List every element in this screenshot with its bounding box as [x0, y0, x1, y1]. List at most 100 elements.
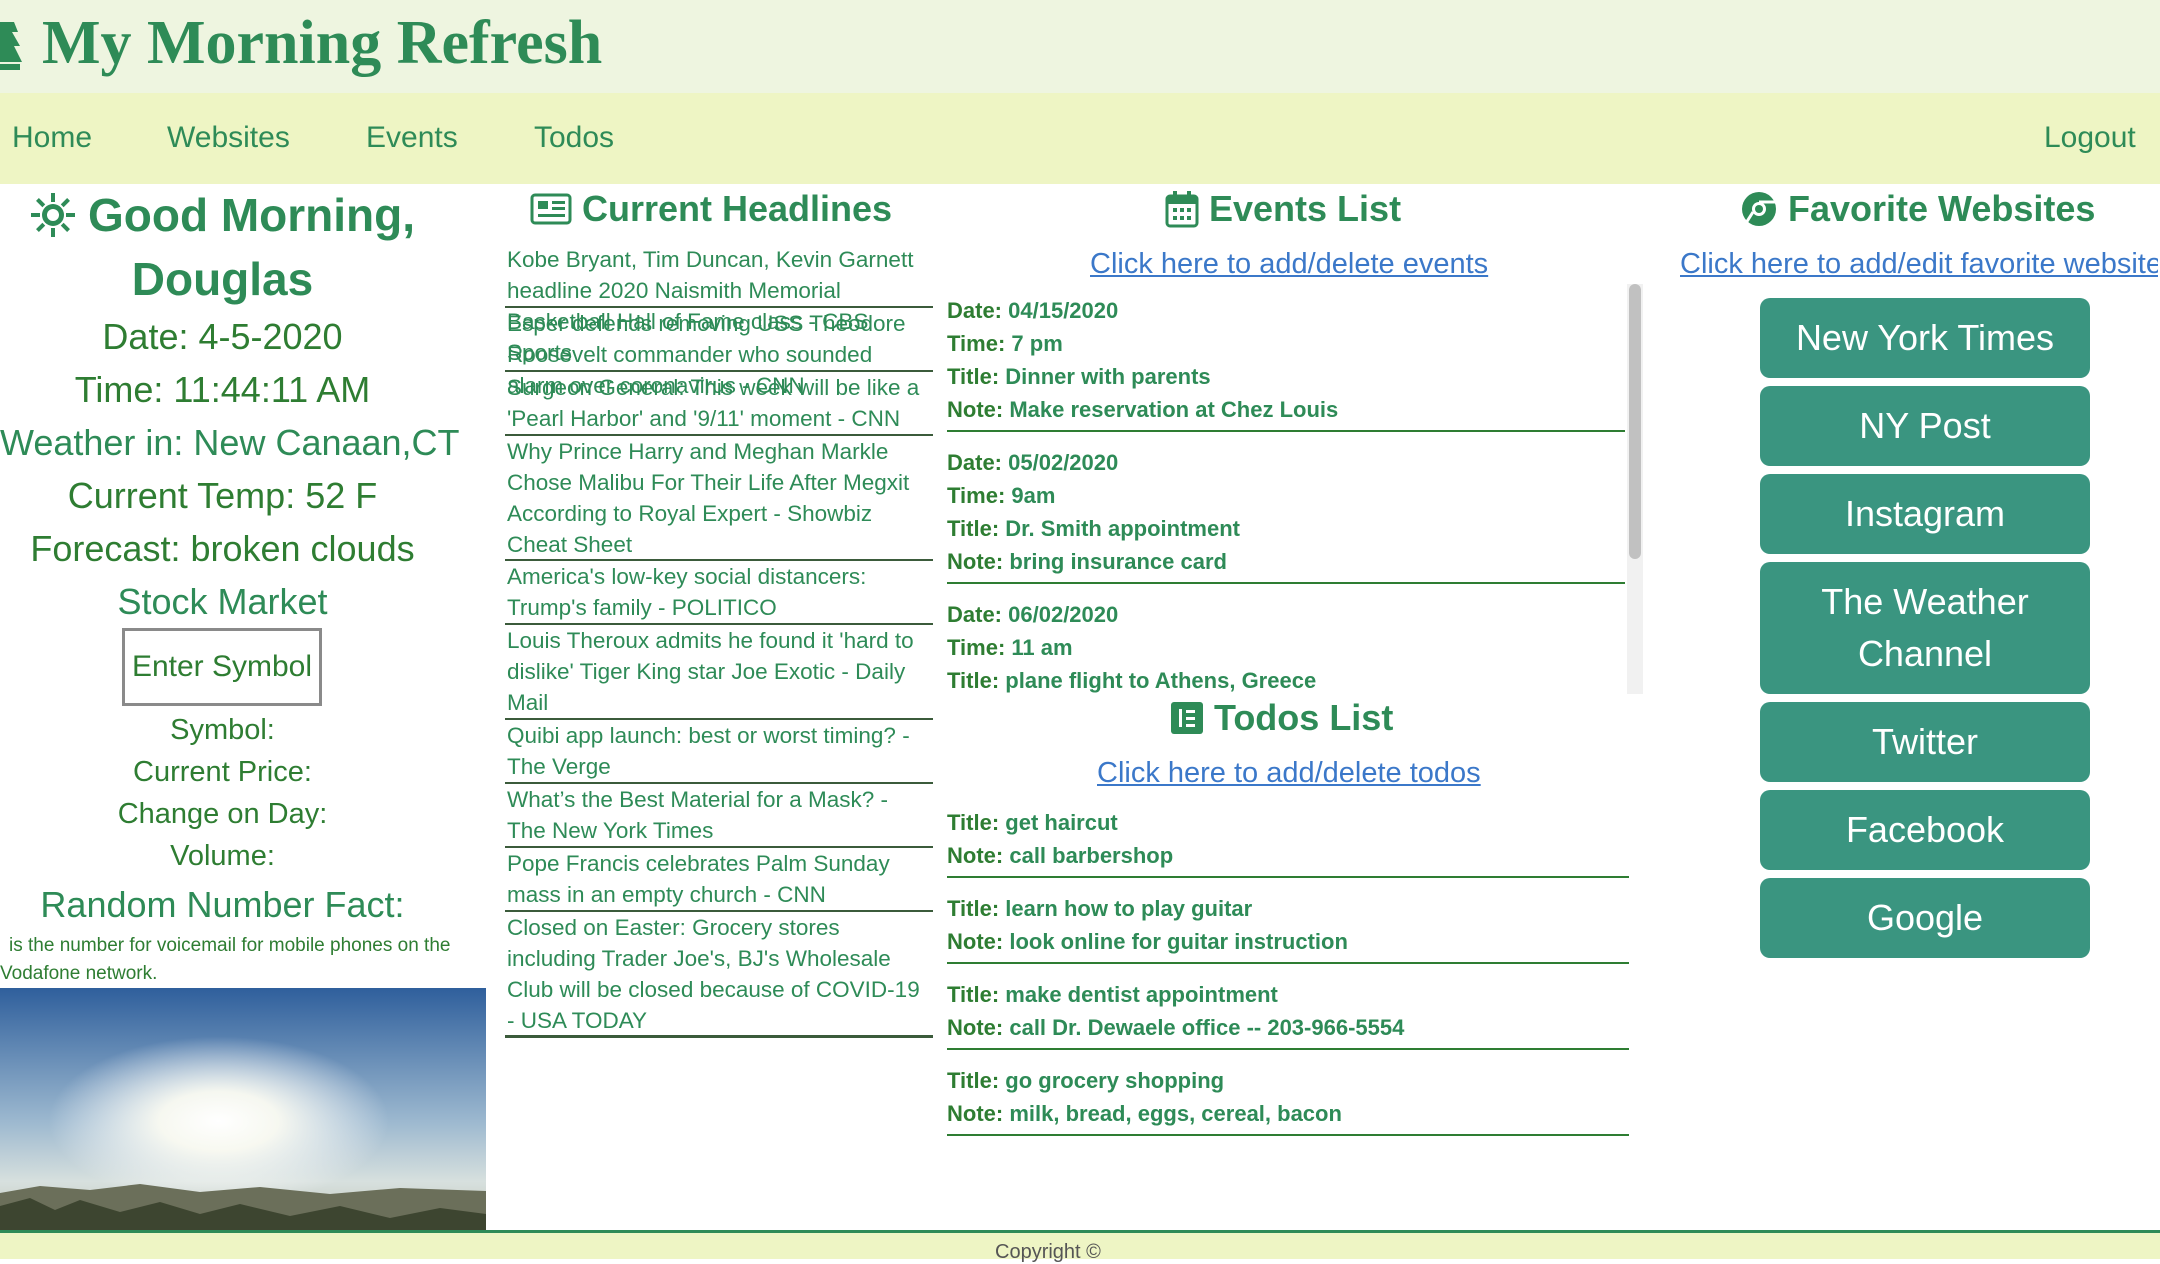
event-note: Make reservation at Chez Louis — [1009, 397, 1339, 422]
todo-title-label: Title: — [947, 896, 1000, 921]
event-note: bring insurance card — [1009, 549, 1227, 574]
headlines-title: Current Headlines — [582, 188, 893, 229]
nav-websites[interactable]: Websites — [167, 121, 290, 155]
todo-item: Title: get haircut Note: call barbershop — [947, 806, 1629, 878]
newspaper-icon — [530, 193, 572, 225]
fact-title: Random Number Fact: — [40, 884, 405, 925]
stock-title: Stock Market — [117, 581, 328, 622]
event-title: Dinner with parents — [1005, 364, 1211, 389]
calendar-icon — [1165, 191, 1199, 228]
weather-location: Weather in: New Canaan,CT — [0, 422, 460, 463]
sunrise-photo — [0, 988, 486, 1230]
todo-note-label: Note: — [947, 843, 1004, 868]
event-date: 05/02/2020 — [1008, 450, 1119, 475]
headline-item[interactable]: Closed on Easter: Grocery stores includi… — [505, 912, 933, 1038]
event-date: 04/15/2020 — [1008, 298, 1119, 323]
stock-symbol: Symbol: — [170, 714, 275, 746]
globe-icon — [1742, 192, 1776, 226]
event-date-label: Date: — [947, 298, 1003, 323]
event-item: Date: 04/15/2020 Time: 7 pm Title: Dinne… — [947, 294, 1625, 432]
todo-title-label: Title: — [947, 982, 1000, 1007]
event-item: Date: 06/02/2020 Time: 11 am Title: plan… — [947, 598, 1625, 694]
event-title: Dr. Smith appointment — [1005, 516, 1240, 541]
favorites-title: Favorite Websites — [1788, 188, 2096, 229]
favorite-facebook[interactable]: Facebook — [1760, 790, 2090, 870]
stock-change: Change on Day: — [117, 798, 328, 830]
date-text: Date: 4-5-2020 — [102, 316, 343, 357]
todo-title-label: Title: — [947, 810, 1000, 835]
event-date-label: Date: — [947, 602, 1003, 627]
event-time-label: Time: — [947, 331, 1006, 356]
nav-events[interactable]: Events — [366, 121, 458, 155]
favorite-weather-channel[interactable]: The Weather Channel — [1760, 562, 2090, 694]
headlines-heading: Current Headlines — [530, 188, 892, 230]
house-icon — [0, 22, 22, 70]
list-icon — [1171, 702, 1203, 734]
event-title-label: Title: — [947, 364, 1000, 389]
todo-note: look online for guitar instruction — [1009, 929, 1348, 954]
todo-note: call barbershop — [1009, 843, 1174, 868]
headline-item[interactable]: Why Prince Harry and Meghan Markle Chose… — [505, 436, 933, 561]
time-text: Time: 11:44:11 AM — [74, 369, 371, 410]
todo-item: Title: make dentist appointment Note: ca… — [947, 978, 1629, 1050]
headline-item[interactable]: Esper defends removing USS Theodore Roos… — [505, 308, 933, 398]
favorite-ny-post[interactable]: NY Post — [1760, 386, 2090, 466]
event-note-label: Note: — [947, 397, 1004, 422]
sun-icon — [30, 193, 75, 237]
stock-price: Current Price: — [133, 756, 312, 788]
headline-item[interactable]: Quibi app launch: best or worst timing? … — [505, 720, 933, 784]
event-title-label: Title: — [947, 668, 1000, 693]
todo-note: call Dr. Dewaele office -- 203-966-5554 — [1009, 1015, 1405, 1040]
todo-title: make dentist appointment — [1005, 982, 1278, 1007]
events-list[interactable]: Date: 04/15/2020 Time: 7 pm Title: Dinne… — [947, 294, 1625, 694]
event-title: plane flight to Athens, Greece — [1005, 668, 1317, 693]
user-name: Douglas — [131, 253, 314, 305]
headline-item[interactable]: Louis Theroux admits he found it 'hard t… — [505, 625, 933, 720]
site-title: My Morning Refresh — [42, 9, 603, 77]
favorites-list: New York Times NY Post Instagram The Wea… — [1760, 298, 2090, 966]
site-header: My Morning Refresh — [0, 0, 2160, 93]
enter-symbol-button[interactable]: Enter Symbol — [122, 628, 322, 706]
todo-note-label: Note: — [947, 1015, 1004, 1040]
greeting-heading: Good Morning, — [0, 188, 445, 242]
event-time: 9am — [1011, 483, 1056, 508]
add-edit-favorites-link[interactable]: Click here to add/edit favorite websites — [1680, 248, 2158, 281]
add-delete-events-link[interactable]: Click here to add/delete events — [1090, 248, 1488, 281]
todo-item: Title: learn how to play guitar Note: lo… — [947, 892, 1629, 964]
todo-title: go grocery shopping — [1005, 1068, 1225, 1093]
copyright-text: Copyright © — [995, 1241, 1101, 1263]
favorite-twitter[interactable]: Twitter — [1760, 702, 2090, 782]
current-temp: Current Temp: 52 F — [67, 475, 378, 516]
todos-title: Todos List — [1214, 697, 1394, 738]
todo-note: milk, bread, eggs, cereal, bacon — [1009, 1101, 1342, 1126]
nav-home[interactable]: Home — [12, 121, 92, 155]
favorites-heading: Favorite Websites — [1740, 188, 2095, 230]
fact-text: is the number for voicemail for mobile p… — [0, 935, 451, 984]
event-time: 11 am — [1011, 635, 1073, 660]
favorite-new-york-times[interactable]: New York Times — [1760, 298, 2090, 378]
event-time-label: Time: — [947, 635, 1006, 660]
headline-item[interactable]: Kobe Bryant, Tim Duncan, Kevin Garnett h… — [505, 244, 933, 365]
todo-title: get haircut — [1005, 810, 1118, 835]
event-title-label: Title: — [947, 516, 1000, 541]
nav-logout[interactable]: Logout — [2044, 121, 2136, 155]
nav-bar: Home Websites Events Todos Logout — [0, 93, 2160, 184]
headline-item[interactable]: America's low-key social distancers: Tru… — [505, 561, 933, 625]
event-date: 06/02/2020 — [1008, 602, 1119, 627]
event-item: Date: 05/02/2020 Time: 9am Title: Dr. Sm… — [947, 446, 1625, 584]
todo-title-label: Title: — [947, 1068, 1000, 1093]
forecast: Forecast: broken clouds — [30, 528, 415, 569]
add-delete-todos-link[interactable]: Click here to add/delete todos — [1097, 757, 1481, 790]
headline-item[interactable]: Pope Francis celebrates Palm Sunday mass… — [505, 848, 933, 912]
favorite-google[interactable]: Google — [1760, 878, 2090, 958]
headline-item[interactable]: What’s the Best Material for a Mask? - T… — [505, 784, 933, 848]
footer: Copyright © — [0, 1230, 2160, 1263]
favorite-instagram[interactable]: Instagram — [1760, 474, 2090, 554]
greeting-text: Good Morning, — [87, 189, 416, 241]
event-time-label: Time: — [947, 483, 1006, 508]
nav-todos[interactable]: Todos — [534, 121, 614, 155]
headline-item[interactable]: Surgeon General: This week will be like … — [505, 372, 933, 436]
todos-heading: Todos List — [1170, 697, 1393, 739]
headlines-list: Kobe Bryant, Tim Duncan, Kevin Garnett h… — [505, 244, 933, 1038]
events-scrollbar-thumb[interactable] — [1629, 284, 1641, 559]
